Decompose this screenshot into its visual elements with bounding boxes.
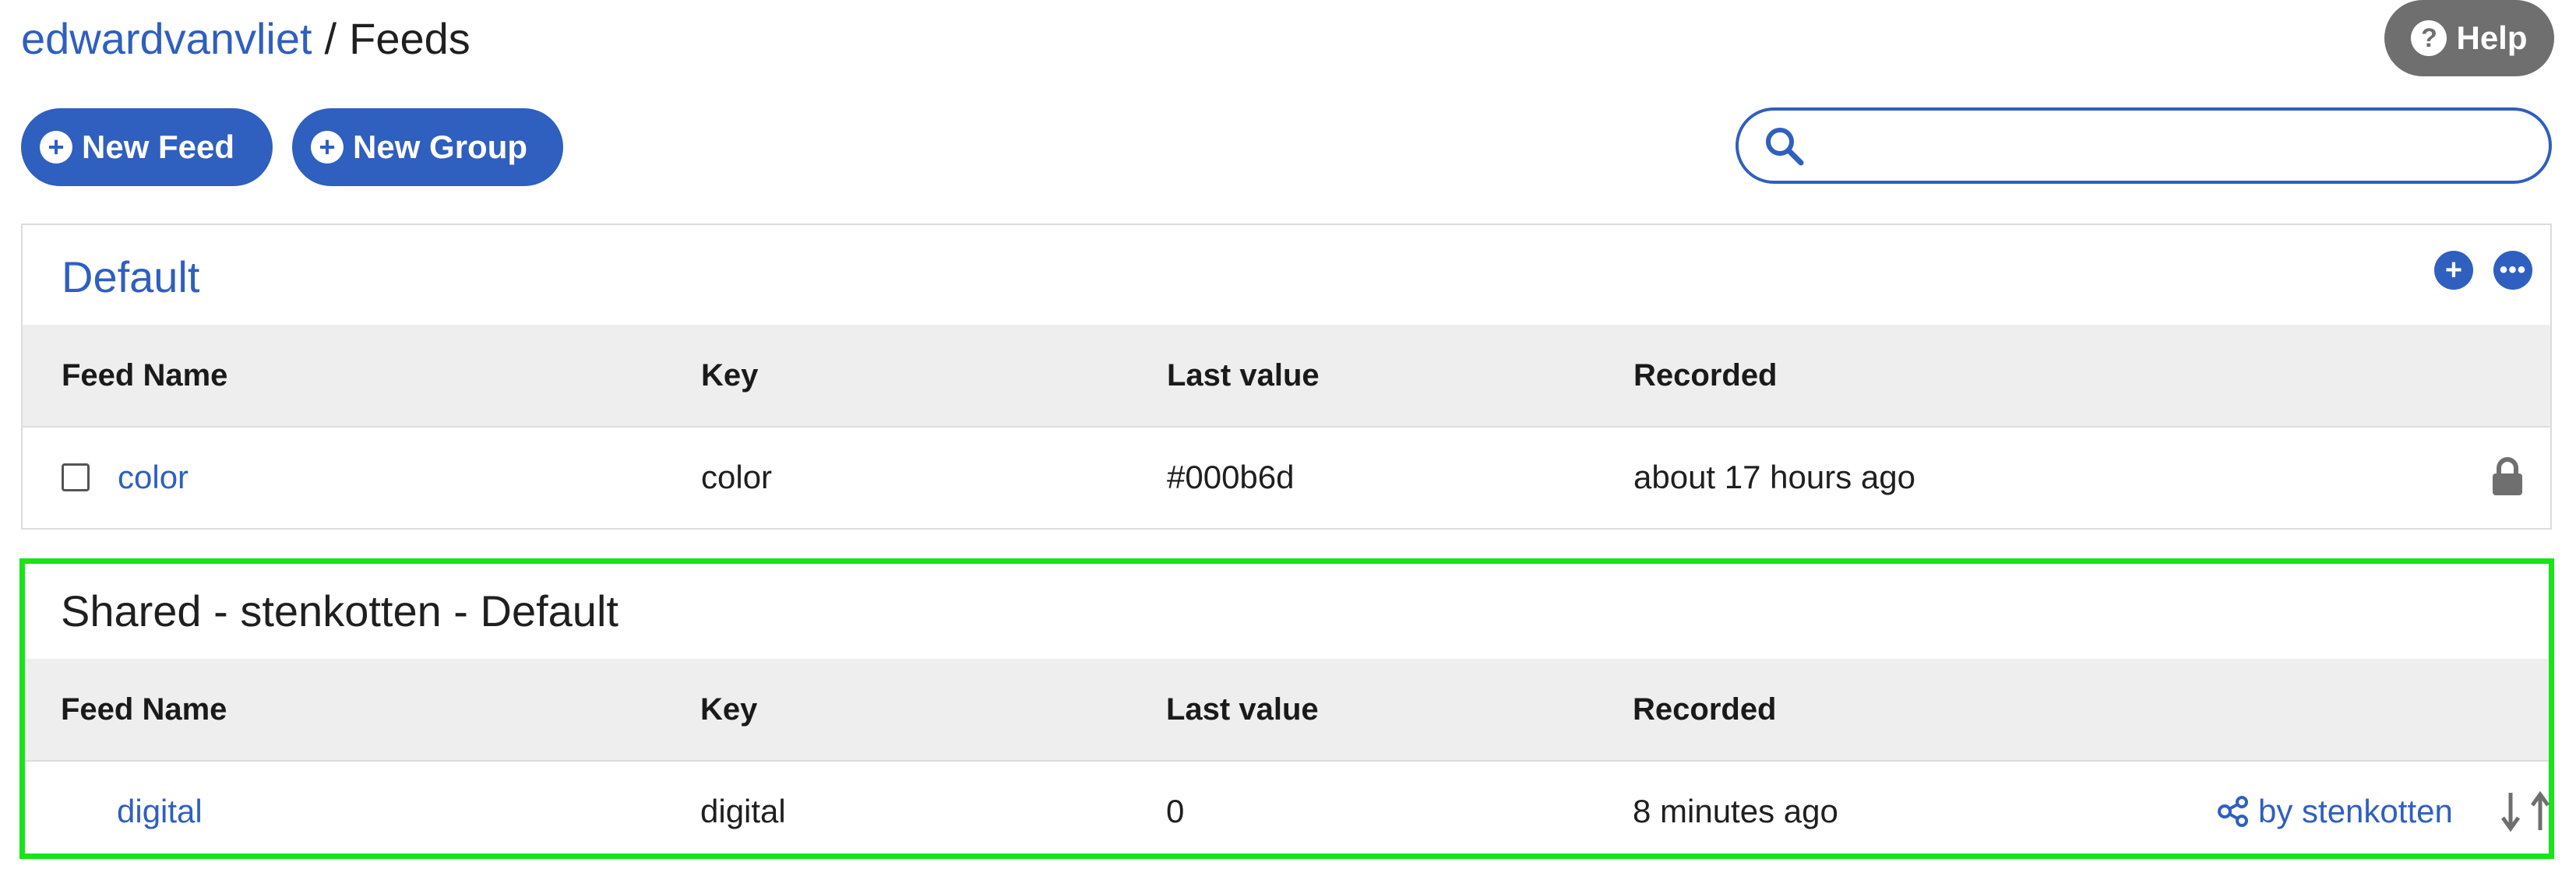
column-last-value[interactable]: Last value bbox=[1166, 659, 1319, 760]
shared-by-link[interactable]: by stenkotten bbox=[2218, 762, 2453, 861]
feed-recorded: 8 minutes ago bbox=[1633, 793, 1838, 829]
group-options-button[interactable]: ••• bbox=[2493, 251, 2532, 290]
ellipsis-icon: ••• bbox=[2499, 257, 2527, 283]
feeds-page: edwardvanvliet / Feeds ? Help + New Feed… bbox=[0, 0, 2576, 880]
help-button[interactable]: ? Help bbox=[2384, 0, 2554, 76]
plus-circle-icon: + bbox=[40, 131, 72, 164]
feed-last-value: 0 bbox=[1166, 793, 1185, 829]
plus-icon: + bbox=[2444, 254, 2463, 287]
search-box bbox=[1736, 107, 2552, 184]
share-icon bbox=[2218, 796, 2248, 827]
arrow-down-icon[interactable] bbox=[2499, 790, 2522, 833]
breadcrumb-user-link[interactable]: edwardvanvliet bbox=[21, 17, 312, 61]
column-last-value[interactable]: Last value bbox=[1167, 325, 1320, 426]
question-circle-icon: ? bbox=[2411, 20, 2447, 56]
table-row: color color #000b6d about 17 hours ago bbox=[23, 428, 2550, 527]
new-group-button[interactable]: + New Group bbox=[292, 108, 563, 186]
arrow-up-icon[interactable] bbox=[2528, 790, 2552, 833]
group-header: Shared - stenkotten - Default bbox=[25, 564, 2549, 664]
table-header: Feed Name Key Last value Recorded bbox=[25, 659, 2549, 762]
plus-circle-icon: + bbox=[311, 131, 344, 164]
column-feed-name[interactable]: Feed Name bbox=[61, 659, 227, 760]
breadcrumb: edwardvanvliet / Feeds bbox=[21, 8, 470, 70]
feed-name-link[interactable]: digital bbox=[117, 762, 203, 861]
column-feed-name[interactable]: Feed Name bbox=[62, 325, 227, 426]
feed-name-link[interactable]: color bbox=[118, 428, 189, 527]
sort-controls bbox=[2499, 790, 2553, 833]
page-title: Feeds bbox=[349, 14, 470, 63]
search-icon bbox=[1766, 128, 1804, 166]
shared-by-label: by stenkotten bbox=[2258, 793, 2453, 829]
add-feed-to-group-button[interactable]: + bbox=[2434, 251, 2473, 290]
column-recorded[interactable]: Recorded bbox=[1633, 325, 1778, 426]
column-key[interactable]: Key bbox=[701, 325, 758, 426]
group-title[interactable]: Default bbox=[62, 253, 199, 301]
breadcrumb-separator: / bbox=[324, 14, 337, 63]
new-feed-button[interactable]: + New Feed bbox=[21, 108, 273, 186]
feed-last-value: #000b6d bbox=[1167, 459, 1295, 495]
group-header: Default + ••• bbox=[23, 225, 2550, 325]
search-input[interactable] bbox=[1817, 118, 2525, 174]
new-feed-label: New Feed bbox=[82, 128, 235, 165]
feed-group-default: Default + ••• Feed Name Key Last value R… bbox=[21, 224, 2552, 530]
column-recorded[interactable]: Recorded bbox=[1633, 659, 1777, 760]
table-header: Feed Name Key Last value Recorded bbox=[23, 325, 2550, 428]
feed-recorded: about 17 hours ago bbox=[1633, 459, 1915, 495]
help-label: Help bbox=[2456, 19, 2528, 56]
group-title: Shared - stenkotten - Default bbox=[61, 586, 618, 635]
feed-group-shared: Shared - stenkotten - Default Feed Name … bbox=[19, 558, 2554, 859]
table-row: digital digital 0 8 minutes ago by stenk… bbox=[25, 762, 2550, 861]
lock-icon bbox=[2493, 457, 2522, 495]
feed-key: digital bbox=[700, 793, 786, 829]
new-group-label: New Group bbox=[353, 128, 528, 165]
row-select-checkbox[interactable] bbox=[62, 463, 90, 491]
column-key[interactable]: Key bbox=[700, 659, 757, 760]
feed-key: color bbox=[701, 459, 773, 495]
